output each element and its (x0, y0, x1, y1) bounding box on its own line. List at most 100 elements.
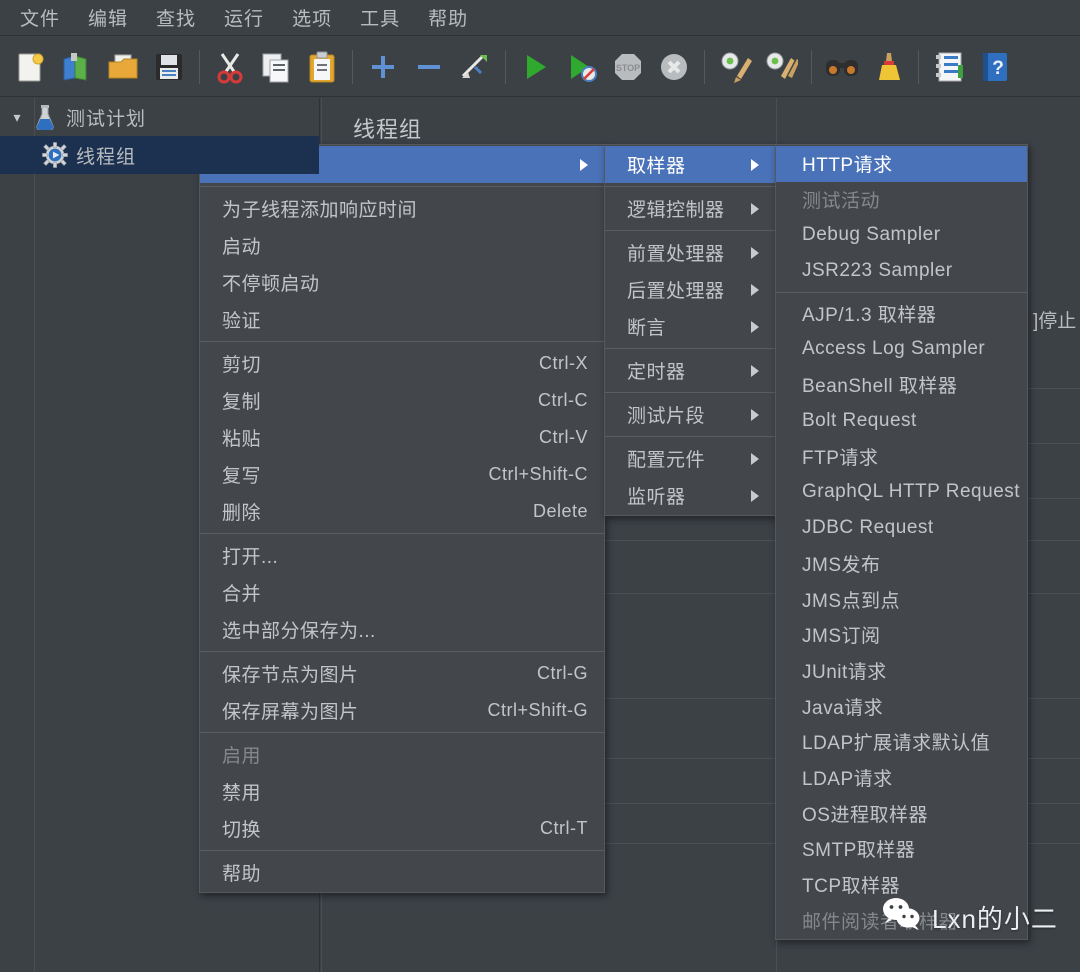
menubar-item-4[interactable]: 选项 (278, 0, 346, 35)
tree-node-thread-group[interactable]: 线程组 (0, 136, 319, 174)
menu-item-accelerator: Ctrl-X (539, 353, 588, 373)
menu-item-os-process-sampler[interactable]: OS进程取样器 (776, 795, 1027, 831)
toolbar-separator-4 (704, 49, 705, 84)
menu-item-test-fragment[interactable]: 测试片段 (605, 396, 775, 433)
menu-item-timer[interactable]: 定时器 (605, 352, 775, 389)
menu-item-save-node-as-image[interactable]: 保存节点为图片 Ctrl-G (200, 655, 604, 692)
menu-item-junit-request[interactable]: JUnit请求 (776, 653, 1027, 689)
menu-item-ldap-request[interactable]: LDAP请求 (776, 760, 1027, 796)
menu-item-cut[interactable]: 剪切 Ctrl-X (200, 345, 604, 382)
clear-all-icon[interactable] (758, 44, 804, 90)
menu-item-validate[interactable]: 验证 (200, 301, 604, 338)
menu-item-jsr223-sampler[interactable]: JSR223 Sampler (776, 253, 1027, 289)
menu-item-assertions[interactable]: 断言 (605, 308, 775, 345)
menu-item-pre-processor[interactable]: 前置处理器 (605, 234, 775, 271)
menubar-item-0[interactable]: 文件 (6, 0, 74, 35)
menu-item-remove[interactable]: 删除 Delete (200, 493, 604, 530)
submenu-arrow-icon (725, 490, 759, 502)
menu-item-access-log-sampler[interactable]: Access Log Sampler (776, 331, 1027, 367)
menu-item-jms-publisher[interactable]: JMS发布 (776, 546, 1027, 582)
tree-node-context-menu[interactable]: 添加 为子线程添加响应时间 启动 不停顿启动 验证 剪切 Ctrl-X 复制 C… (199, 144, 605, 893)
menu-item-disable[interactable]: 禁用 (200, 773, 604, 810)
menu-item-ajp-sampler[interactable]: AJP/1.3 取样器 (776, 296, 1027, 332)
copy-icon[interactable] (253, 44, 299, 90)
menubar-item-3[interactable]: 运行 (210, 0, 278, 35)
menu-item-add-think-times[interactable]: 为子线程添加响应时间 (200, 190, 604, 227)
sampler-submenu[interactable]: HTTP请求 测试活动 Debug Sampler JSR223 Sampler… (775, 144, 1028, 941)
bg-fragment: ]停止 (1033, 311, 1077, 332)
start-icon[interactable] (513, 44, 559, 90)
menu-item-sampler[interactable]: 取样器 (605, 146, 775, 183)
menu-item-ldap-extended-request-defaults[interactable]: LDAP扩展请求默认值 (776, 724, 1027, 760)
menu-item-listener[interactable]: 监听器 (605, 477, 775, 514)
wechat-watermark: Lxn的小二 (880, 896, 1058, 939)
expand-all-icon[interactable] (360, 44, 406, 90)
menubar-item-1[interactable]: 编辑 (74, 0, 142, 35)
start-no-pause-icon[interactable] (559, 44, 605, 90)
tree-guide-line (34, 98, 35, 972)
chevron-down-icon[interactable]: ▾ (4, 109, 30, 126)
search-icon[interactable] (819, 44, 865, 90)
menubar-item-5[interactable]: 工具 (346, 0, 414, 35)
menu-item-save-selection-as[interactable]: 选中部分保存为... (200, 611, 604, 648)
menu-item-smtp-sampler[interactable]: SMTP取样器 (776, 831, 1027, 867)
toolbar-separator-6 (918, 49, 919, 84)
menu-item-beanshell-sampler[interactable]: BeanShell 取样器 (776, 367, 1027, 403)
menu-item-open[interactable]: 打开... (200, 537, 604, 574)
menu-item-ftp-request[interactable]: FTP请求 (776, 439, 1027, 475)
menubar-item-6[interactable]: 帮助 (414, 0, 482, 35)
menu-item-bolt-request[interactable]: Bolt Request (776, 403, 1027, 439)
menu-item-java-request[interactable]: Java请求 (776, 688, 1027, 724)
menu-item-post-processor[interactable]: 后置处理器 (605, 271, 775, 308)
shutdown-icon[interactable] (651, 44, 697, 90)
menubar-item-2[interactable]: 查找 (142, 0, 210, 35)
menu-item-jdbc-request[interactable]: JDBC Request (776, 510, 1027, 546)
templates-icon[interactable] (54, 44, 100, 90)
paste-icon[interactable] (299, 44, 345, 90)
menu-item-logic-controller[interactable]: 逻辑控制器 (605, 190, 775, 227)
menu-item-merge[interactable]: 合并 (200, 574, 604, 611)
menu-item-http-request[interactable]: HTTP请求 (776, 146, 1027, 182)
menu-item-start-no-pauses[interactable]: 不停顿启动 (200, 264, 604, 301)
menu-item-accelerator: Delete (532, 501, 588, 521)
function-helper-icon[interactable] (926, 44, 972, 90)
toggle-icon[interactable] (452, 44, 498, 90)
collapse-all-icon[interactable] (406, 44, 452, 90)
menu-separator (605, 392, 775, 393)
menubar: 文件 编辑 查找 运行 选项 工具 帮助 (0, 0, 1080, 36)
cut-icon[interactable] (207, 44, 253, 90)
svg-text:STOP: STOP (616, 63, 640, 73)
menu-separator (200, 850, 604, 851)
menu-item-copy[interactable]: 复制 Ctrl-C (200, 382, 604, 419)
svg-text:?: ? (992, 58, 1004, 79)
menu-item-help[interactable]: 帮助 (200, 854, 604, 891)
clear-icon[interactable] (712, 44, 758, 90)
toolbar-separator-3 (505, 49, 506, 84)
menu-item-accelerator: Ctrl+Shift-C (488, 464, 588, 484)
stop-icon[interactable]: STOP (605, 44, 651, 90)
menu-item-accelerator: Ctrl-G (537, 663, 588, 683)
watermark-text: Lxn的小二 (932, 904, 1058, 934)
menu-item-jms-subscriber[interactable]: JMS订阅 (776, 617, 1027, 653)
menu-item-save-screen-as-image[interactable]: 保存屏幕为图片 Ctrl+Shift-G (200, 692, 604, 729)
tree-node-test-plan[interactable]: ▾ 测试计划 (0, 98, 319, 136)
menu-item-graphql-http-request[interactable]: GraphQL HTTP Request (776, 474, 1027, 510)
open-icon[interactable] (100, 44, 146, 90)
save-icon[interactable] (146, 44, 192, 90)
new-icon[interactable] (8, 44, 54, 90)
menu-item-duplicate[interactable]: 复写 Ctrl+Shift-C (200, 456, 604, 493)
submenu-arrow-icon (725, 365, 759, 377)
menu-item-config-element[interactable]: 配置元件 (605, 440, 775, 477)
thread-group-icon (40, 140, 70, 170)
menu-item-jms-point-to-point[interactable]: JMS点到点 (776, 581, 1027, 617)
menu-item-debug-sampler[interactable]: Debug Sampler (776, 217, 1027, 253)
help-icon[interactable]: ? (972, 44, 1018, 90)
menu-item-paste[interactable]: 粘贴 Ctrl-V (200, 419, 604, 456)
add-submenu[interactable]: 取样器 逻辑控制器 前置处理器 后置处理器 断言 定时器 测试片段 配置元件 监… (604, 144, 776, 516)
menu-item-toggle[interactable]: 切换 Ctrl-T (200, 810, 604, 847)
tree-node-thread-group-label: 线程组 (76, 146, 137, 168)
menu-item-start[interactable]: 启动 (200, 227, 604, 264)
submenu-arrow-icon (725, 453, 759, 465)
submenu-arrow-icon (725, 247, 759, 259)
reset-search-icon[interactable] (865, 44, 911, 90)
